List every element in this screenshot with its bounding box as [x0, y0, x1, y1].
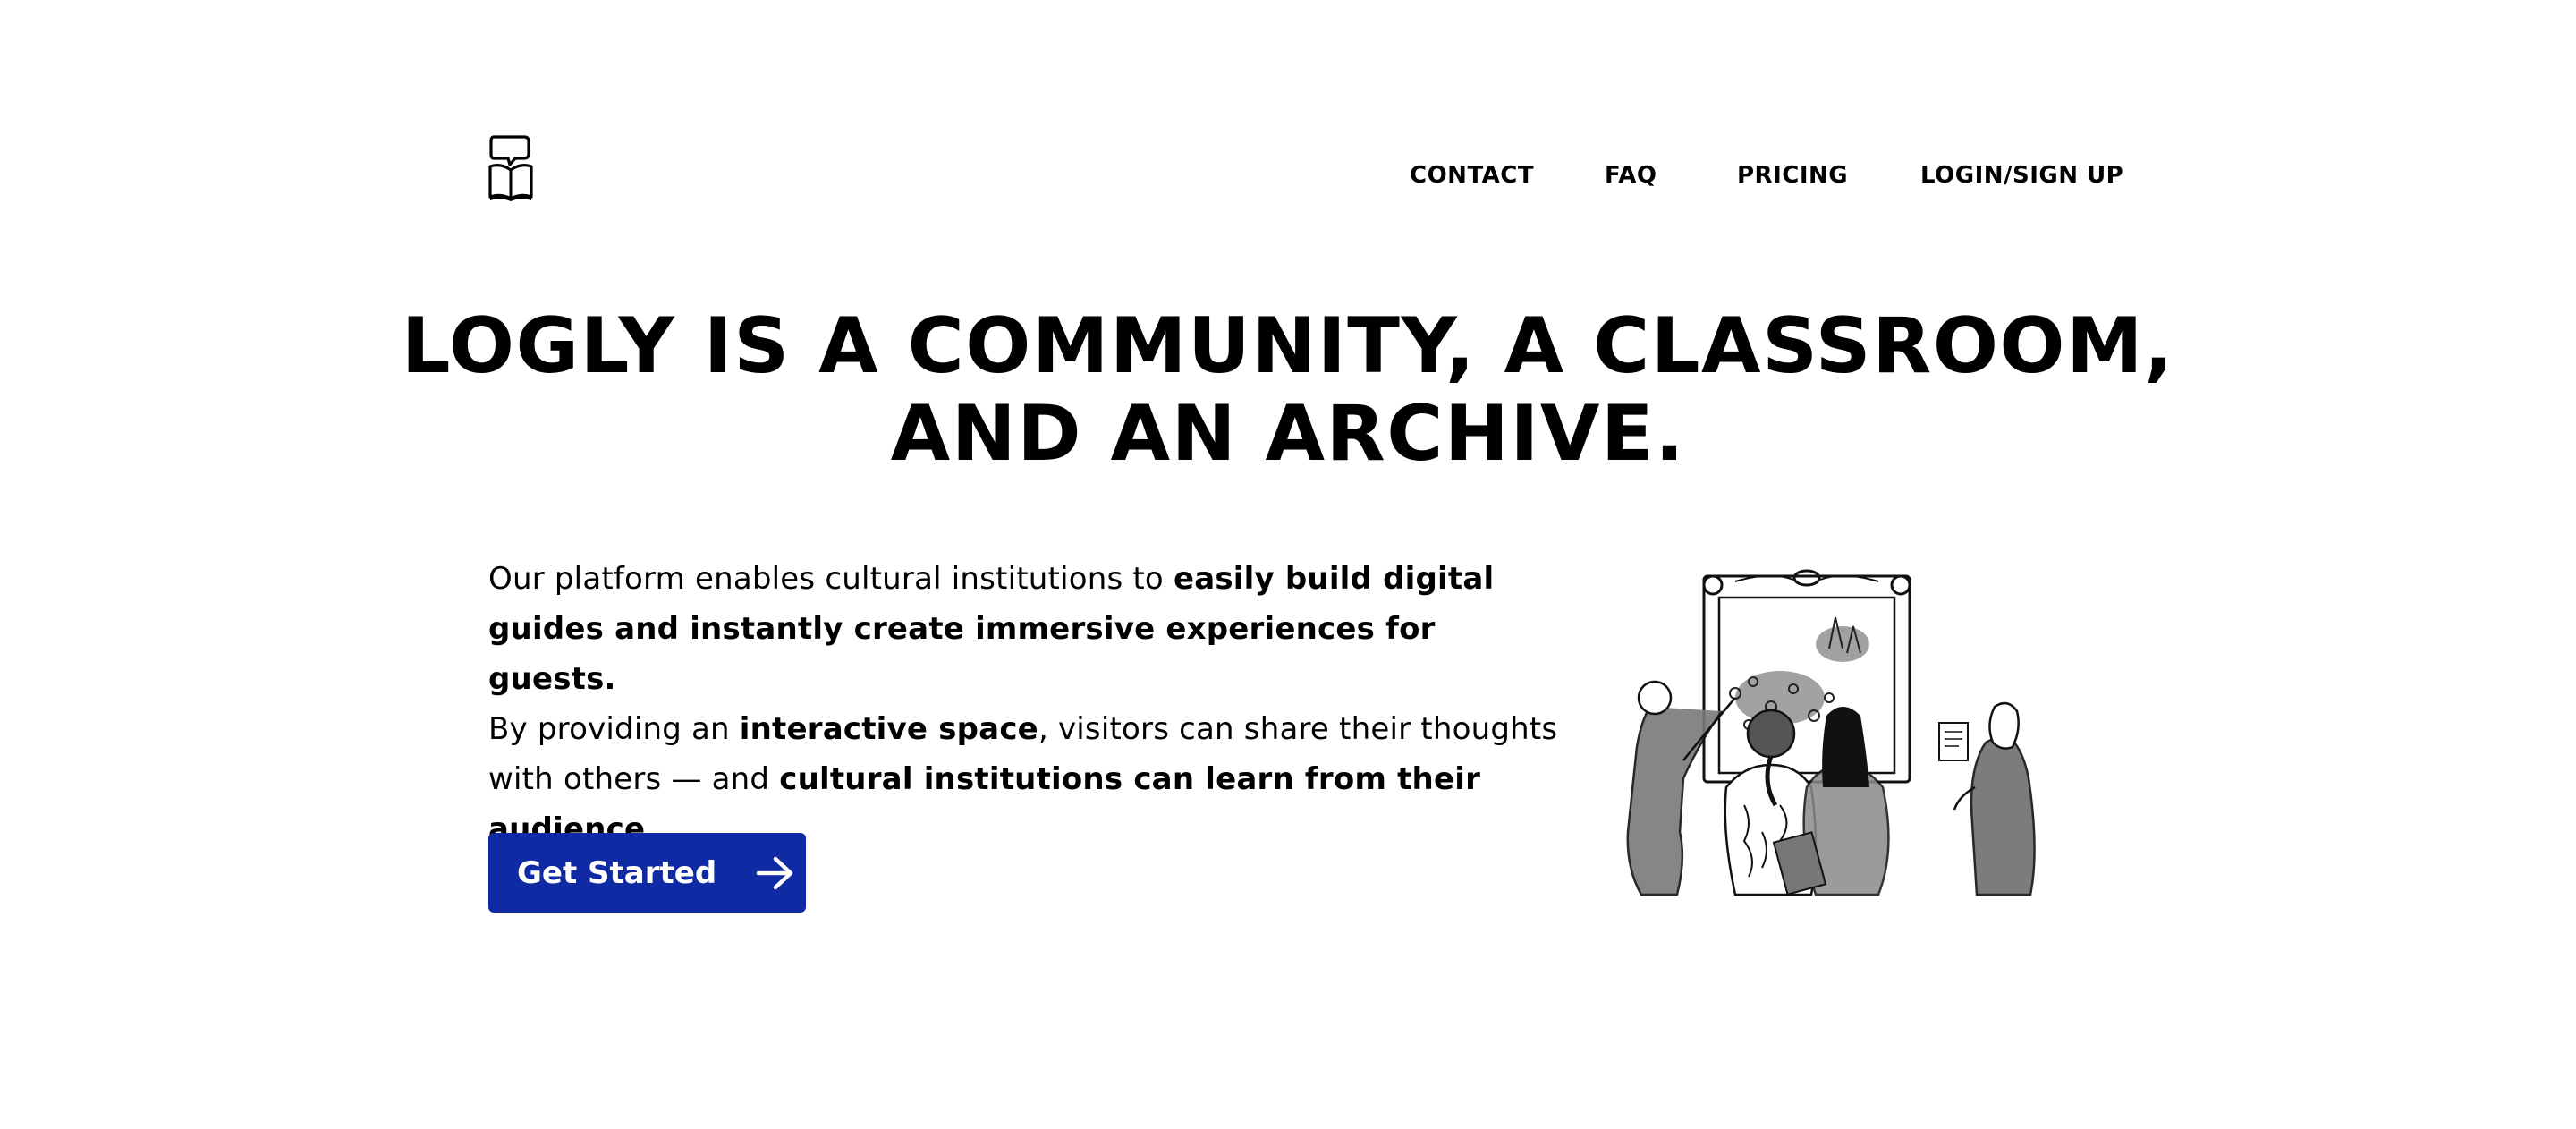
intro-paragraph: Our platform enables cultural institutio…: [488, 554, 1562, 704]
museum-visitors-illustration: [1626, 569, 2036, 896]
arrow-right-icon: [756, 856, 793, 889]
nav-contact-link[interactable]: CONTACT: [1410, 159, 1534, 191]
get-started-button[interactable]: Get Started: [488, 833, 806, 913]
hero-title-line-1: LOGLY IS A COMMUNITY, A CLASSROOM,: [401, 301, 2175, 391]
interactive-text-1: By providing an: [488, 711, 740, 747]
page: CONTACT FAQ PRICING LOGIN/SIGN UP LOGLY …: [0, 0, 2576, 1129]
intro-text: Our platform enables cultural institutio…: [488, 561, 1174, 597]
hero-title-line-2: AND AN ARCHIVE.: [890, 389, 1686, 479]
interactive-paragraph: By providing an interactive space, visit…: [488, 704, 1562, 854]
main-nav: CONTACT FAQ PRICING LOGIN/SIGN UP: [0, 159, 2576, 195]
nav-faq-link[interactable]: FAQ: [1605, 159, 1657, 191]
hero-title: LOGLY IS A COMMUNITY, A CLASSROOM, AND A…: [394, 302, 2182, 478]
get-started-label: Get Started: [517, 854, 717, 891]
interactive-bold-1: interactive space: [739, 711, 1038, 747]
nav-pricing-link[interactable]: PRICING: [1737, 159, 1848, 191]
nav-login-signup-link[interactable]: LOGIN/SIGN UP: [1920, 159, 2123, 191]
